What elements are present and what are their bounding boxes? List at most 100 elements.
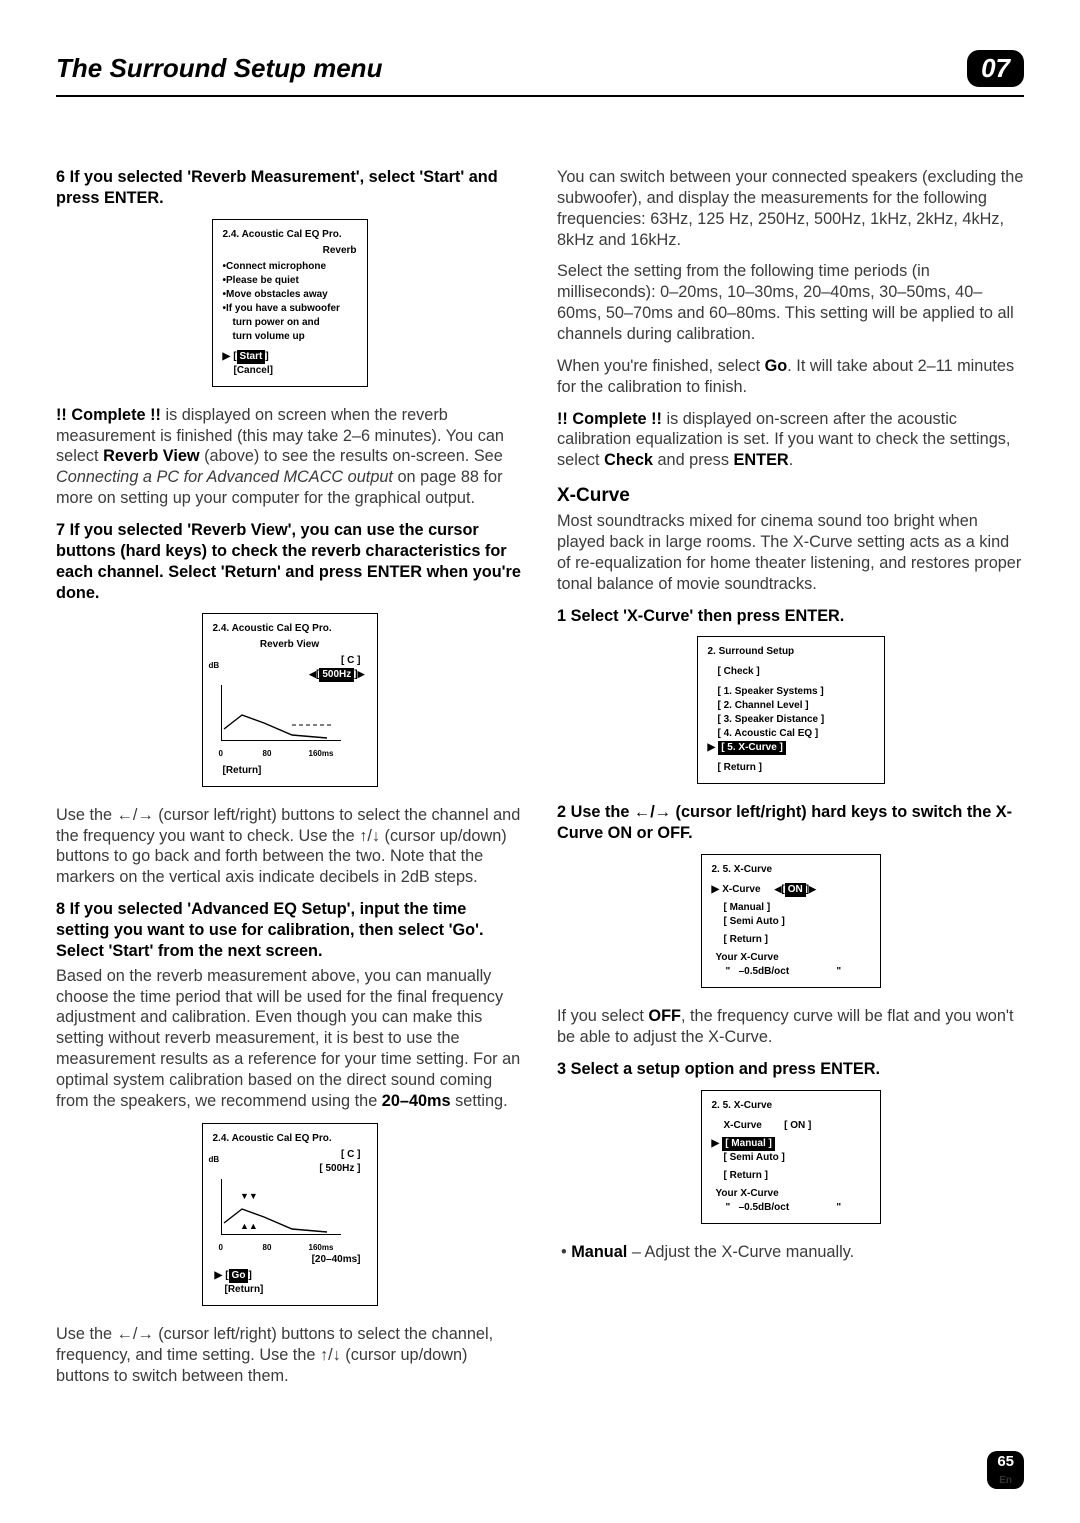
osd-start: Start bbox=[237, 350, 266, 364]
pointer-icon: ▶ bbox=[215, 1269, 223, 1283]
osd-timesetting: [20–40ms] bbox=[213, 1253, 367, 1267]
text: Use the bbox=[56, 1325, 117, 1343]
header-title: The Surround Setup menu bbox=[56, 53, 967, 84]
complete-label: !! Complete !! bbox=[557, 410, 662, 428]
text: setting. bbox=[451, 1092, 508, 1110]
osd-line: •If you have a subwoofer bbox=[223, 302, 357, 316]
bullet-manual: • Manual – Adjust the X-Curve manually. bbox=[571, 1242, 1024, 1263]
step-7: 7 If you selected 'Reverb View', you can… bbox=[56, 520, 523, 603]
osd-subtitle: Reverb bbox=[223, 244, 357, 258]
osd-title: 2.4. Acoustic Cal EQ Pro. bbox=[213, 622, 367, 636]
osd-xcurve-onoff: 2. 5. X-Curve ▶X-Curve ◀[ON]▶ [ Manual ]… bbox=[701, 854, 881, 988]
text: Use the bbox=[56, 806, 117, 824]
step-1: 1 Select 'X-Curve' then press ENTER. bbox=[557, 606, 1024, 627]
paragraph: You can switch between your connected sp… bbox=[557, 167, 1024, 250]
text: and press bbox=[653, 451, 734, 469]
right-arrow-icon: → bbox=[655, 803, 671, 821]
osd-your-xcurve: Your X-Curve bbox=[712, 951, 870, 965]
osd-hz: 500Hz bbox=[319, 668, 354, 682]
osd-hz: [ 500Hz ] bbox=[213, 1162, 367, 1176]
osd-semiauto: [ Semi Auto ] bbox=[712, 1151, 870, 1165]
osd-go: Go bbox=[229, 1269, 249, 1283]
page-number-badge: 65 En bbox=[987, 1451, 1024, 1489]
x-tick: 0 bbox=[219, 1242, 263, 1253]
osd-item: [ 4. Acoustic Cal EQ ] bbox=[708, 727, 874, 741]
off-label: OFF bbox=[648, 1007, 681, 1025]
check-label: Check bbox=[604, 451, 653, 469]
header-rule bbox=[56, 95, 1024, 97]
osd-manual: [ Manual ] bbox=[712, 901, 870, 915]
up-arrow-icon: ↑ bbox=[320, 1346, 328, 1364]
text: Based on the reverb measurement above, y… bbox=[56, 967, 520, 1110]
right-arrow-icon: → bbox=[137, 806, 153, 824]
chapter-badge: 07 bbox=[967, 50, 1024, 87]
reverb-view-label: Reverb View bbox=[103, 447, 200, 465]
osd-label: X-Curve bbox=[724, 1120, 762, 1131]
osd-title: 2. Surround Setup bbox=[708, 645, 874, 659]
left-arrow-icon: ← bbox=[117, 1325, 133, 1343]
y-axis-label: dB bbox=[209, 1154, 220, 1165]
osd-item: [ 1. Speaker Systems ] bbox=[708, 685, 874, 699]
graph bbox=[221, 685, 341, 741]
osd-line: •Move obstacles away bbox=[223, 288, 357, 302]
pointer-icon: ▶ bbox=[708, 741, 716, 755]
osd-line: •Please be quiet bbox=[223, 274, 357, 288]
left-column: 6 If you selected 'Reverb Measurement', … bbox=[56, 167, 523, 1397]
down-arrow-icon: ↓ bbox=[333, 1346, 341, 1364]
osd-on: [ ON ] bbox=[784, 1120, 811, 1131]
right-arrow-icon: → bbox=[137, 1325, 153, 1343]
y-axis-label: dB bbox=[209, 660, 220, 671]
osd-item-selected: ▶[ 5. X-Curve ] bbox=[708, 741, 874, 755]
left-arrow-icon: ◀ bbox=[309, 669, 316, 679]
left-arrow-icon: ← bbox=[634, 803, 650, 821]
page-header: The Surround Setup menu 07 bbox=[56, 50, 1024, 87]
osd-item: [ 3. Speaker Distance ] bbox=[708, 713, 874, 727]
content-columns: 6 If you selected 'Reverb Measurement', … bbox=[56, 167, 1024, 1397]
osd-return: [ Return ] bbox=[712, 933, 870, 947]
osd-return: [Return] bbox=[213, 764, 367, 778]
svg-text:▲▲: ▲▲ bbox=[240, 1221, 258, 1231]
osd-title: 2.4. Acoustic Cal EQ Pro. bbox=[213, 1132, 367, 1146]
osd-label: X-Curve bbox=[722, 884, 760, 895]
step-3: 3 Select a setup option and press ENTER. bbox=[557, 1059, 1024, 1080]
x-tick: 160ms bbox=[309, 1243, 334, 1252]
text: 2 Use the bbox=[557, 803, 634, 821]
osd-manual-row: ▶[ Manual ] bbox=[712, 1137, 870, 1151]
osd-subtitle: Reverb View bbox=[213, 638, 367, 652]
step-6: 6 If you selected 'Reverb Measurement', … bbox=[56, 167, 523, 209]
paragraph: Select the setting from the following ti… bbox=[557, 261, 1024, 344]
left-arrow-icon: ← bbox=[117, 806, 133, 824]
osd-value: –0.5dB/oct bbox=[739, 966, 790, 977]
paragraph: !! Complete !! is displayed on screen wh… bbox=[56, 405, 523, 509]
osd-line: turn power on and bbox=[223, 316, 357, 330]
x-tick: 80 bbox=[263, 1242, 309, 1253]
manual-label: Manual bbox=[571, 1243, 627, 1261]
down-arrow-icon: ↓ bbox=[372, 827, 380, 845]
xcurve-heading: X-Curve bbox=[557, 485, 1024, 507]
graph-curve bbox=[222, 685, 342, 741]
osd-on: ON bbox=[785, 883, 806, 897]
osd-semiauto: [ Semi Auto ] bbox=[712, 915, 870, 929]
paragraph: When you're finished, select Go. It will… bbox=[557, 356, 1024, 398]
osd-go-row: ▶[Go] bbox=[213, 1269, 367, 1283]
graph-markers: ▼▼ ▲▲ bbox=[222, 1179, 342, 1235]
x-tick: 80 bbox=[263, 748, 309, 759]
osd-xcurve-graph-row: " –0.5dB/oct " bbox=[712, 1201, 870, 1215]
pointer-icon: ▶ bbox=[712, 883, 720, 897]
osd-hz-row: ◀[500Hz]▶ bbox=[213, 668, 367, 682]
right-arrow-icon: ▶ bbox=[358, 669, 365, 679]
osd-surround-setup: 2. Surround Setup [ Check ] [ 1. Speaker… bbox=[697, 636, 885, 784]
osd-value: –0.5dB/oct bbox=[739, 1202, 790, 1213]
osd-item: [ 2. Channel Level ] bbox=[708, 699, 874, 713]
paragraph: Based on the reverb measurement above, y… bbox=[56, 966, 523, 1112]
osd-title: 2. 5. X-Curve bbox=[712, 1099, 870, 1113]
paragraph: Use the ←/→ (cursor left/right) buttons … bbox=[56, 1324, 523, 1387]
paragraph: If you select OFF, the frequency curve w… bbox=[557, 1006, 1024, 1048]
osd-channel: [ C ] bbox=[213, 654, 367, 668]
text: (above) to see the results on-screen. Se… bbox=[200, 447, 503, 465]
osd-advanced-eq: 2.4. Acoustic Cal EQ Pro. [ C ] [ 500Hz … bbox=[202, 1123, 378, 1306]
osd-check: [ Check ] bbox=[708, 665, 874, 679]
osd-manual: [ Manual ] bbox=[722, 1137, 775, 1151]
osd-return: [ Return ] bbox=[712, 1169, 870, 1183]
right-arrow-icon: ▶ bbox=[809, 884, 816, 894]
